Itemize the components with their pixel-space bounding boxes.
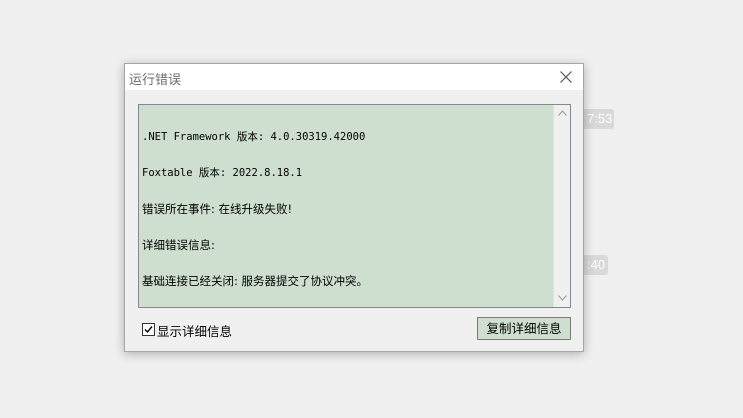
scroll-up-button[interactable] (554, 105, 570, 122)
show-details-label: 显示详细信息 (157, 324, 233, 339)
scroll-down-button[interactable] (554, 290, 570, 307)
error-line: Foxtable 版本: 2022.8.18.1 (142, 167, 303, 179)
error-line: 详细错误信息: (142, 238, 215, 252)
error-line: 基础连接已经关闭: 服务器提交了协议冲突。 (142, 274, 369, 288)
dialog-title: 运行错误 (129, 73, 182, 88)
copy-details-button[interactable]: 复制详细信息 (477, 317, 571, 340)
error-dialog: 运行错误 .NET Framework 版本: 4.0.30319.42000 … (124, 63, 584, 352)
error-details-text: .NET Framework 版本: 4.0.30319.42000 Foxta… (142, 107, 550, 307)
checkmark-icon (144, 326, 153, 334)
chevron-down-icon (558, 295, 567, 301)
vertical-scrollbar[interactable] (553, 105, 570, 307)
title-bar: 运行错误 (125, 64, 583, 90)
background-time-chip: 7:53 (582, 109, 614, 129)
close-icon (560, 71, 572, 83)
close-button[interactable] (549, 64, 583, 90)
error-details-textbox[interactable]: .NET Framework 版本: 4.0.30319.42000 Foxta… (138, 104, 571, 308)
background-time-chip: :40 (582, 255, 608, 275)
error-line: 错误所在事件: 在线升级失败! (142, 202, 293, 216)
error-line: .NET Framework 版本: 4.0.30319.42000 (142, 131, 366, 143)
checkbox-box[interactable] (142, 323, 155, 336)
chevron-up-icon (558, 110, 567, 116)
